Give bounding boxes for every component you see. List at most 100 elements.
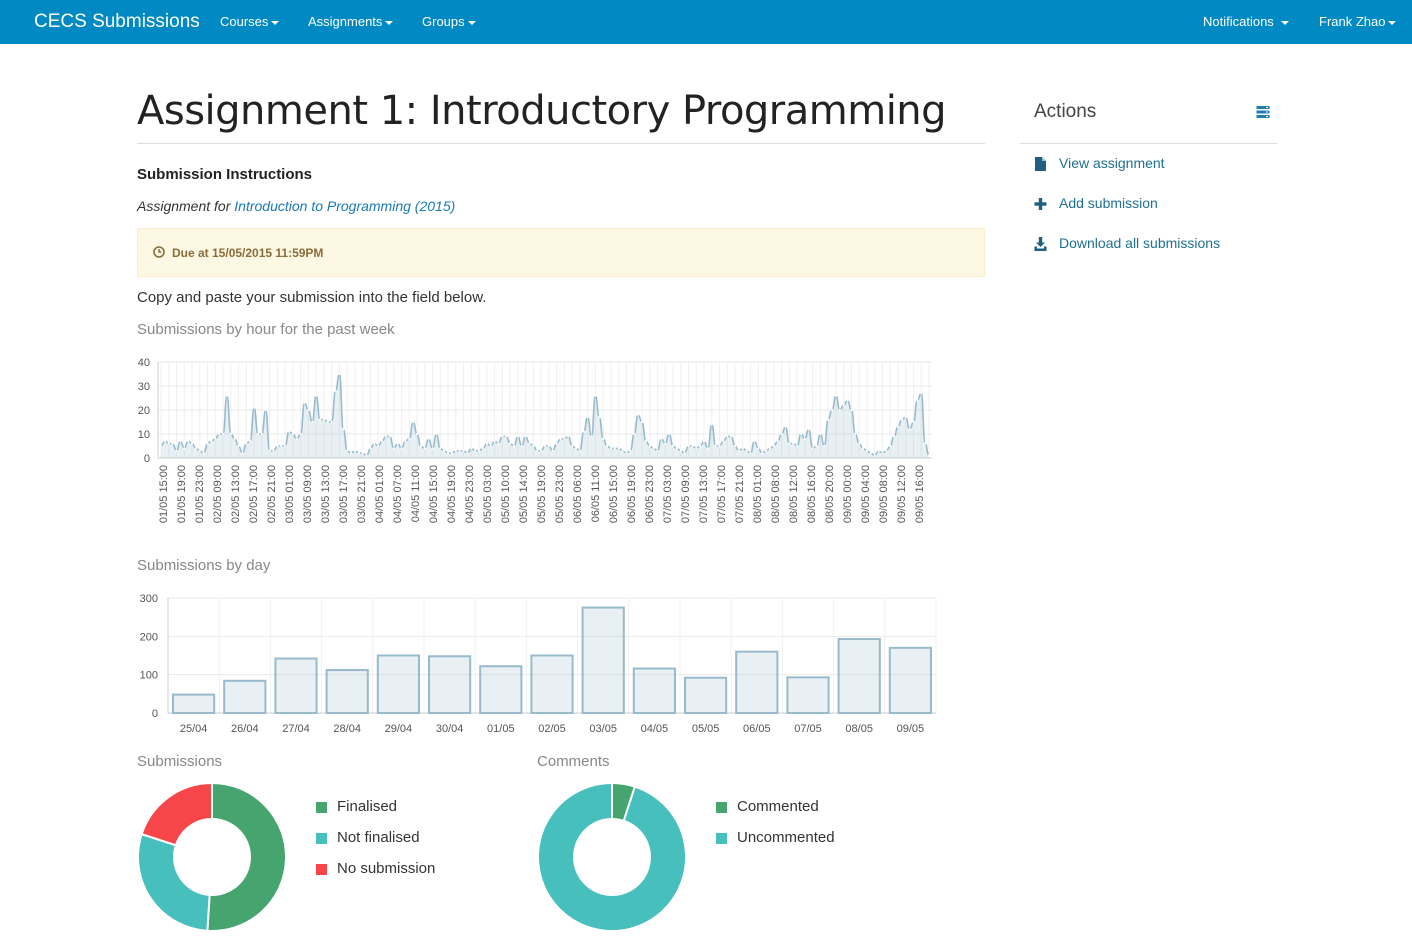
data-point — [508, 442, 512, 445]
brand-link[interactable]: CECS Submissions — [34, 11, 200, 33]
data-point — [260, 432, 263, 436]
data-point — [842, 404, 845, 407]
data-point — [722, 440, 725, 443]
data-point — [214, 437, 217, 440]
y-tick-label: 0 — [152, 708, 158, 720]
y-tick-label: 300 — [140, 593, 158, 605]
data-point — [602, 437, 605, 440]
data-point — [439, 447, 442, 450]
x-tick-label: 04/05 01:00 — [374, 465, 386, 523]
data-point — [233, 437, 236, 440]
data-point — [318, 418, 322, 421]
data-point — [625, 452, 628, 455]
data-point — [567, 435, 570, 438]
x-tick-label: 25/04 — [180, 723, 208, 735]
data-point — [660, 437, 663, 440]
x-tick-label: 03/05 13:00 — [320, 465, 332, 523]
caret-down-icon — [385, 20, 394, 25]
data-point — [334, 389, 337, 392]
data-point — [221, 432, 225, 436]
data-point — [443, 449, 446, 452]
x-tick-label: 03/05 — [589, 723, 617, 735]
data-point — [749, 452, 752, 455]
data-point — [730, 435, 733, 438]
data-point — [175, 449, 178, 452]
data-point — [675, 447, 678, 450]
data-point — [869, 452, 872, 455]
data-point — [896, 425, 900, 428]
data-point — [873, 454, 876, 457]
y-tick-label: 30 — [138, 381, 150, 393]
bar — [786, 676, 830, 714]
data-point — [753, 440, 756, 443]
data-point — [846, 399, 849, 402]
data-point — [683, 452, 686, 455]
legend-swatch — [716, 802, 727, 813]
y-tick-label: 0 — [144, 453, 150, 465]
data-point — [264, 408, 267, 412]
actions-divider — [1020, 143, 1277, 144]
hourly-chart-title: Submissions by hour for the past week — [137, 321, 395, 338]
data-point — [908, 428, 911, 431]
data-point — [900, 418, 903, 421]
course-link[interactable]: Introduction to Programming (2015) — [234, 198, 455, 214]
data-point — [497, 442, 500, 445]
nav-notifications-label: Notifications — [1203, 14, 1274, 29]
data-point — [858, 442, 861, 445]
data-point — [679, 449, 682, 452]
data-point — [346, 449, 349, 452]
x-tick-label: 06/05 11:00 — [590, 465, 602, 522]
data-point — [924, 442, 927, 445]
nav-user-label: Frank Zhao — [1319, 14, 1386, 29]
data-point — [392, 447, 395, 450]
x-tick-label: 05/05 19:00 — [536, 465, 548, 523]
nav-groups-dropdown[interactable]: Groups — [422, 14, 476, 29]
data-point — [850, 408, 853, 412]
data-point — [287, 430, 291, 433]
data-point — [784, 425, 787, 428]
nav-notifications-dropdown[interactable]: Notifications — [1203, 14, 1289, 29]
bar — [632, 667, 676, 714]
data-point — [633, 432, 636, 436]
x-tick-label: 04/05 19:00 — [446, 465, 458, 523]
data-point — [187, 440, 190, 443]
data-point — [280, 444, 283, 448]
x-tick-label: 09/05 08:00 — [878, 465, 890, 523]
data-point — [210, 440, 213, 443]
nav-user-dropdown[interactable]: Frank Zhao — [1319, 14, 1397, 29]
view-assignment-label: View assignment — [1059, 155, 1165, 171]
submissions-pie-title: Submissions — [137, 753, 223, 770]
data-point — [861, 447, 865, 450]
data-point — [326, 420, 329, 424]
data-point — [916, 399, 919, 402]
bar — [581, 606, 625, 714]
nav-courses-dropdown[interactable]: Courses — [220, 14, 280, 29]
assignment-for-prefix: Assignment for — [137, 198, 231, 214]
x-tick-label: 04/05 11:00 — [410, 465, 422, 522]
x-tick-label: 07/05 21:00 — [734, 465, 746, 523]
data-point — [590, 435, 593, 438]
data-point — [617, 447, 620, 450]
x-tick-label: 03/05 09:00 — [302, 465, 314, 523]
data-point — [330, 420, 333, 424]
x-tick-label: 07/05 — [794, 723, 822, 735]
data-point — [256, 432, 260, 436]
x-tick-label: 08/05 20:00 — [824, 465, 836, 523]
data-point — [768, 447, 772, 450]
data-point — [501, 435, 504, 438]
data-point — [733, 444, 737, 448]
data-point — [206, 442, 209, 445]
data-point — [481, 447, 485, 450]
data-point — [295, 437, 298, 440]
y-tick-label: 20 — [138, 405, 150, 417]
data-point — [512, 444, 516, 448]
data-point — [380, 440, 384, 443]
x-tick-label: 29/04 — [385, 723, 413, 735]
data-point — [408, 437, 411, 440]
data-point — [741, 447, 744, 450]
data-point — [322, 418, 326, 421]
server-menu-icon[interactable] — [1256, 105, 1270, 119]
daily-submissions-chart: 0 100 200 300 25/04 26/04 27/04 28/04 29/04 30/04… — [140, 593, 937, 735]
actions-title: Actions — [1034, 101, 1097, 122]
nav-assignments-dropdown[interactable]: Assignments — [308, 14, 394, 29]
